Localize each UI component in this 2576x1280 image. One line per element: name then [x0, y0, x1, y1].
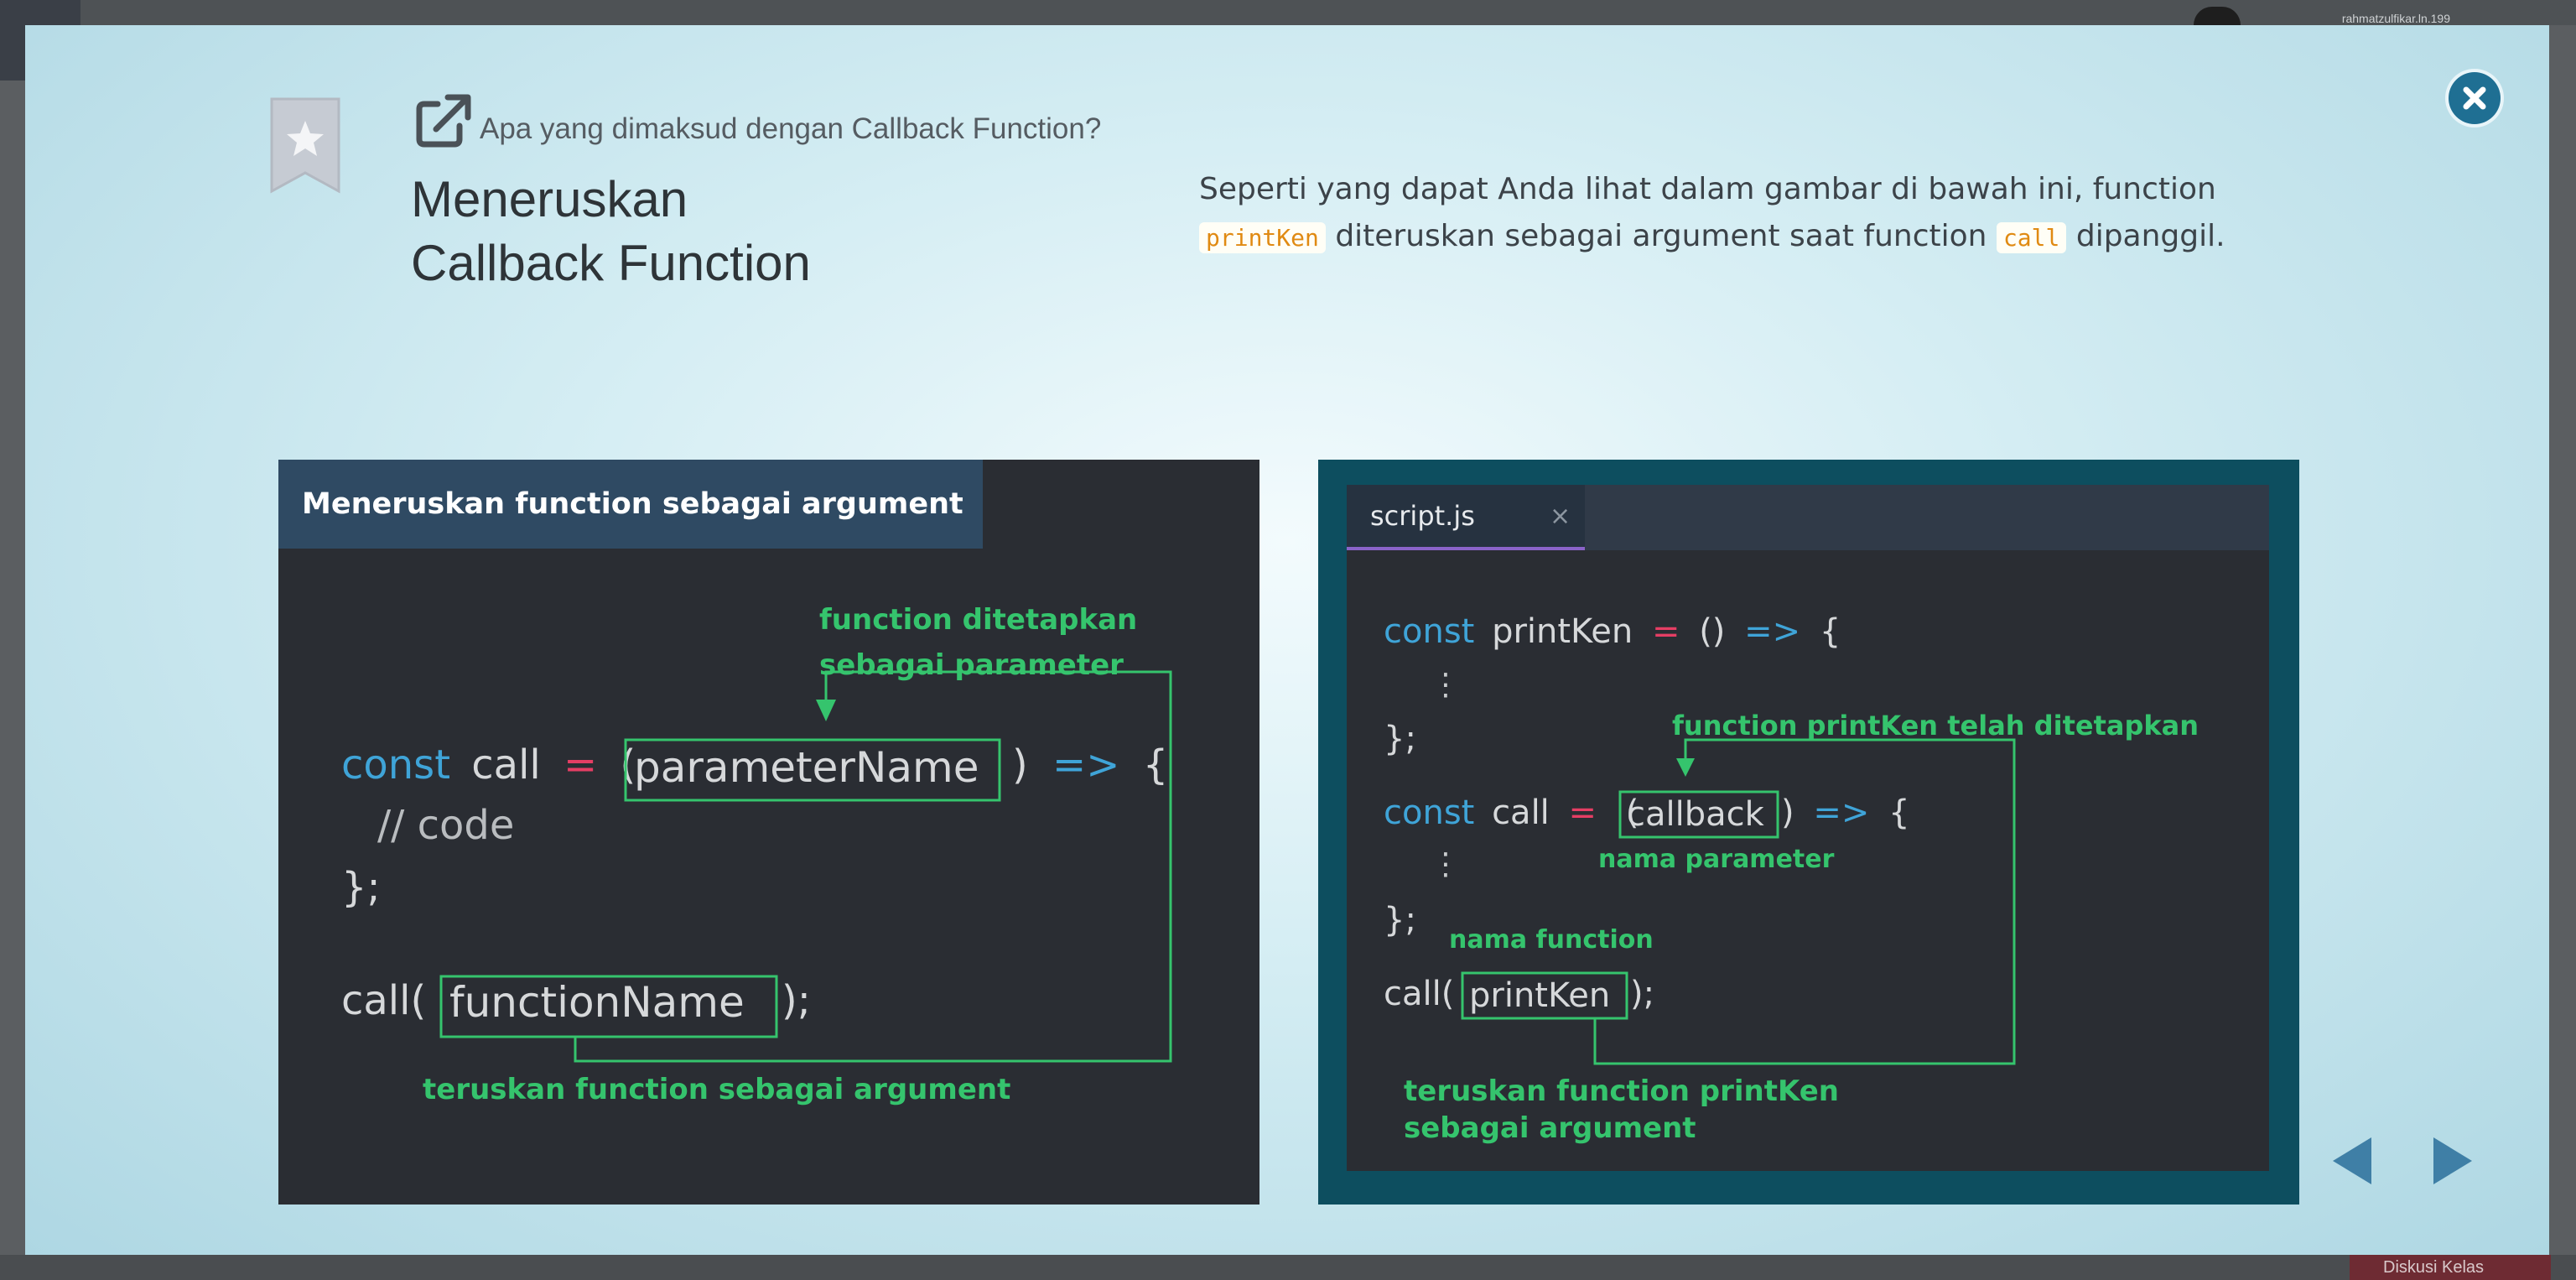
- question-text: Apa yang dimaksud dengan Callback Functi…: [480, 112, 1102, 145]
- code-arg: functionName: [449, 978, 745, 1027]
- code-param: parameterName: [634, 743, 979, 792]
- figure-callback-example: script.js × const printKen = () => { ⋮ }…: [1318, 460, 2299, 1205]
- code-line: call(: [1384, 975, 1454, 1013]
- code-line: call(: [341, 977, 426, 1024]
- figure-passing-function: Meneruskan function sebagai argument fun…: [278, 460, 1259, 1205]
- annotation-text: teruskan function printKen: [1404, 1074, 1839, 1108]
- learning-modal: Apa yang dimaksud dengan Callback Functi…: [25, 25, 2549, 1255]
- arrow-left-icon[interactable]: [2328, 1134, 2378, 1188]
- annotation-text: nama parameter: [1598, 845, 1835, 874]
- code-line: };: [1384, 720, 1416, 758]
- code-line: );: [782, 977, 811, 1024]
- inline-code: call: [1996, 222, 2067, 253]
- description-text: Seperti yang dapat Anda lihat dalam gamb…: [1199, 172, 2216, 206]
- title-line: Callback Function: [411, 235, 811, 291]
- user-name[interactable]: rahmatzulfikar.ln.199: [2342, 12, 2450, 25]
- code-arg: printKen: [1469, 976, 1610, 1015]
- inline-code: printKen: [1199, 222, 1326, 253]
- code-line: const printKen = () => {: [1384, 612, 1841, 651]
- description-text: dipanggil.: [2075, 219, 2225, 253]
- figure-left-diagram: function ditetapkan sebagai parameter te…: [341, 603, 1172, 1106]
- arrowhead: [1676, 758, 1695, 777]
- annotation-text: nama function: [1449, 925, 1654, 955]
- code-editor: script.js × const printKen = () => { ⋮ }…: [1347, 485, 2269, 1171]
- annotation-text: function printKen telah ditetapkan: [1672, 710, 2199, 741]
- discussion-button[interactable]: Diskusi Kelas: [2350, 1255, 2551, 1280]
- description: Seperti yang dapat Anda lihat dalam gamb…: [1199, 166, 2289, 262]
- code-line: ) => {: [1012, 741, 1168, 788]
- annotation-text: function ditetapkan: [819, 603, 1137, 637]
- description-text: diteruskan sebagai argument saat functio…: [1335, 219, 1987, 253]
- figure-right-diagram: const printKen = () => { ⋮ }; const call…: [1384, 612, 2199, 1145]
- background-topbar: [0, 0, 2576, 25]
- code-ellipsis: ⋮: [1431, 668, 1461, 702]
- code-line: );: [1630, 975, 1654, 1013]
- close-button[interactable]: [2449, 72, 2501, 124]
- arrow-right-icon[interactable]: [2427, 1134, 2477, 1188]
- annotation-text: sebagai parameter: [819, 648, 1124, 682]
- background-bottom-bar: [0, 1255, 2576, 1280]
- code-param: callback: [1627, 795, 1765, 834]
- arrowhead: [816, 700, 836, 721]
- bookmark-star-icon[interactable]: [268, 96, 342, 195]
- external-link-icon[interactable]: [413, 91, 473, 151]
- code-line: const call = (: [341, 741, 636, 788]
- annotation-text: teruskan function sebagai argument: [423, 1073, 1010, 1106]
- code-ellipsis: ⋮: [1431, 847, 1461, 882]
- title-line: Meneruskan: [411, 171, 688, 227]
- annotation-text: sebagai argument: [1404, 1111, 1696, 1145]
- code-comment: // code: [377, 802, 514, 849]
- code-line: ) => {: [1781, 793, 1910, 832]
- code-line: };: [341, 864, 381, 911]
- code-line: const call = (: [1384, 793, 1639, 832]
- connector-line: [1593, 738, 2016, 1065]
- code-line: };: [1384, 901, 1416, 939]
- page-title: Meneruskan Callback Function: [411, 168, 1048, 295]
- close-icon: [2463, 86, 2486, 110]
